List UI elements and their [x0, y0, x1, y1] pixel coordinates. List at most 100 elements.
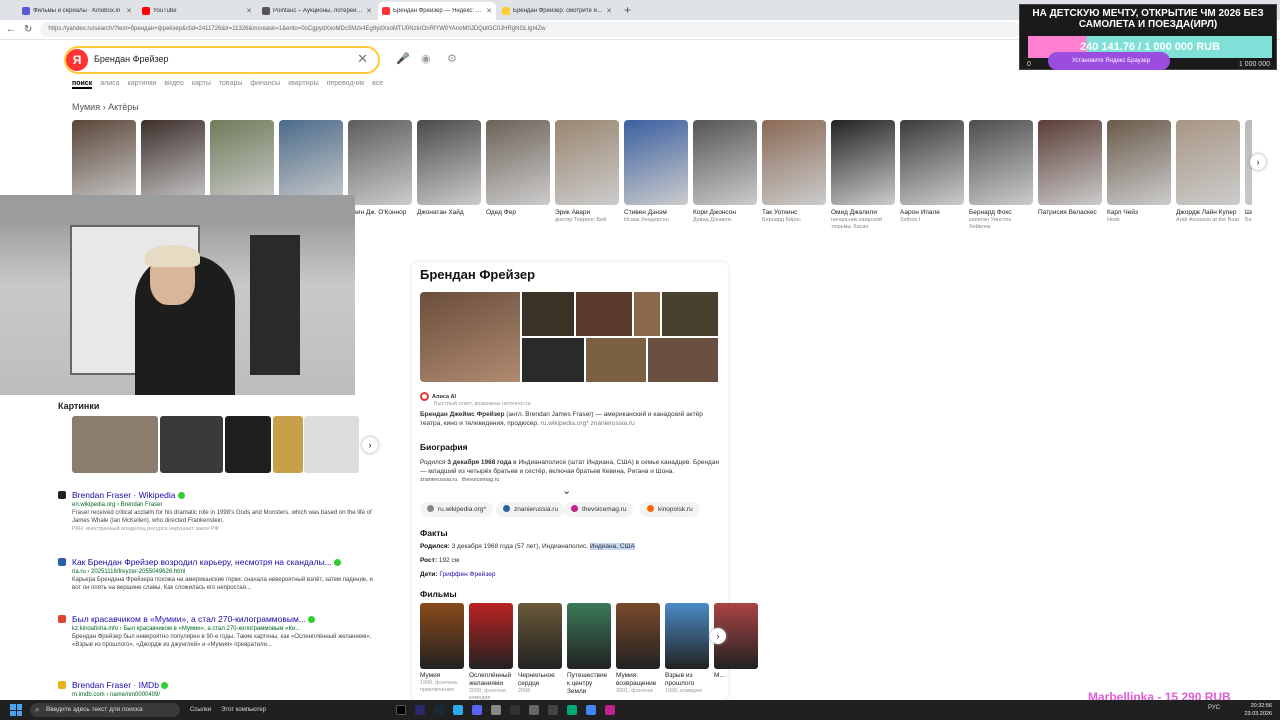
search-vertical-tab[interactable]: картинки: [128, 80, 157, 89]
result-url[interactable]: en.wikipedia.org › Brendan Fraser: [72, 501, 378, 509]
search-vertical-tab[interactable]: поиск: [72, 80, 93, 89]
film-card[interactable]: Взрыв из прошлого 1999, комедия: [665, 603, 709, 695]
language-indicator[interactable]: РУС: [1208, 705, 1220, 711]
entity-photo-tile[interactable]: [586, 338, 646, 382]
film-card[interactable]: Ослеплённый желаниями 2000, фэнтези, коме…: [469, 603, 513, 702]
image-thumbnail[interactable]: [72, 416, 158, 473]
actor-photo[interactable]: [348, 120, 412, 205]
film-poster[interactable]: [518, 603, 562, 669]
search-vertical-tab[interactable]: видео: [164, 80, 184, 89]
search-vertical-tab[interactable]: переводчик: [327, 80, 365, 89]
film-poster[interactable]: [616, 603, 660, 669]
settings-icon[interactable]: ⚙: [447, 52, 457, 65]
bio-source-link[interactable]: thevoicemag.ru: [462, 477, 500, 483]
actor-photo[interactable]: [555, 120, 619, 205]
actor-card[interactable]: Так Уоткинс Бернард Бёрнс: [762, 120, 826, 224]
app-icon[interactable]: [548, 705, 558, 715]
result-url[interactable]: ria.ru › 20251116/freyzer-2055049626.htm…: [72, 568, 378, 576]
film-card[interactable]: Путешествие к центру Земли: [567, 603, 611, 696]
images-next-icon[interactable]: ›: [362, 437, 378, 453]
desc-source-link[interactable]: ru.wikipedia.org*: [541, 420, 589, 427]
result-title-link[interactable]: Как Брендан Фрейзер возродил карьеру, не…: [72, 557, 378, 568]
telegram-icon[interactable]: [453, 705, 463, 715]
address-bar[interactable]: https://yandex.ru/search/?text=брендан+ф…: [40, 22, 1021, 37]
camera-icon[interactable]: ◉: [421, 52, 431, 65]
actor-photo[interactable]: [900, 120, 964, 205]
search-vertical-tab[interactable]: все: [372, 80, 383, 89]
actor-photo[interactable]: [72, 120, 136, 205]
steam-icon[interactable]: [434, 705, 444, 715]
result-url[interactable]: kz.kinoafisha.info › Был красавчиком в «…: [72, 625, 378, 633]
discord-icon[interactable]: [472, 705, 482, 715]
actor-card[interactable]: Шон Кур...Бензо...: [1245, 120, 1252, 224]
taskbar-links[interactable]: Ссылки: [190, 707, 211, 713]
film-poster[interactable]: [665, 603, 709, 669]
taskbar-thispc[interactable]: Этот компьютер: [221, 707, 266, 713]
image-thumbnail[interactable]: [225, 416, 271, 473]
actor-card[interactable]: Кори Джонсон Дэвид Дэниелс: [693, 120, 757, 224]
entity-photo-tile[interactable]: [648, 338, 718, 382]
source-chip[interactable]: thevoicemag.ru: [564, 502, 634, 517]
actor-photo[interactable]: [762, 120, 826, 205]
fact-kids-link[interactable]: Гриффен Фрейзер: [439, 571, 495, 578]
yandex-logo[interactable]: Я: [66, 49, 88, 71]
search-vertical-tab[interactable]: карты: [192, 80, 211, 89]
entity-photo-tile[interactable]: [522, 292, 574, 336]
close-tab-icon[interactable]: ✕: [606, 7, 612, 15]
settings-app-icon[interactable]: [491, 705, 501, 715]
microphone-icon[interactable]: 🎤: [396, 52, 410, 65]
actor-card[interactable]: Карл Чейз Hook: [1107, 120, 1171, 224]
film-poster[interactable]: [420, 603, 464, 669]
edge-icon[interactable]: [567, 705, 577, 715]
actor-card[interactable]: Омид Джалили начальник каирской тюрьмы Ха…: [831, 120, 895, 231]
bio-source-link[interactable]: znanierussia.ru: [420, 477, 457, 483]
actor-card[interactable]: Стивен Дэнэм Исаак Хендерсон: [624, 120, 688, 224]
obs-icon[interactable]: [605, 705, 615, 715]
search-vertical-tab[interactable]: алиса: [100, 80, 119, 89]
actor-photo[interactable]: [624, 120, 688, 205]
expand-chevron-icon[interactable]: ⌄: [562, 484, 571, 497]
back-icon[interactable]: ←: [6, 24, 16, 35]
actor-card[interactable]: Аарон Ипале Sethos I: [900, 120, 964, 224]
actor-photo[interactable]: [1038, 120, 1102, 205]
film-poster[interactable]: [469, 603, 513, 669]
search-input[interactable]: Брендан Фрейзер: [94, 54, 169, 64]
entity-photo-tile[interactable]: [634, 292, 660, 336]
taskbar-search-input[interactable]: Введите здесь текст для поиска: [30, 703, 180, 717]
browser-tab[interactable]: Брендан Фрейзер — Яндекс: нашлось ...✕: [378, 2, 496, 20]
breadcrumb[interactable]: Мумия › Актёры: [72, 102, 139, 112]
actor-photo[interactable]: [417, 120, 481, 205]
app-icon[interactable]: [510, 705, 520, 715]
result-url[interactable]: m.imdb.com › name/nm0000409/: [72, 691, 378, 699]
browser-tab[interactable]: Фильмы и сериалы · Kinobox.in ✕: [18, 2, 136, 20]
actor-card[interactable]: Джонатан Хайд: [417, 120, 481, 217]
source-chip[interactable]: kinopoisk.ru: [640, 502, 700, 517]
result-title-link[interactable]: Brendan Fraser · Wikipedia: [72, 490, 378, 501]
films-next-icon[interactable]: ›: [710, 628, 726, 644]
actor-card[interactable]: Патрисия Веласкес: [1038, 120, 1102, 217]
browser-tab[interactable]: Брендан Фрейзер: смотрите и ск... ✕: [498, 2, 616, 20]
actor-photo[interactable]: [969, 120, 1033, 205]
actor-photo[interactable]: [831, 120, 895, 205]
windows-start-icon[interactable]: [10, 704, 22, 716]
result-title-link[interactable]: Brendan Fraser · IMDb: [72, 680, 378, 691]
entity-main-photo[interactable]: [420, 292, 520, 382]
actor-card[interactable]: Одед Фер: [486, 120, 550, 217]
image-thumbnail[interactable]: [273, 416, 303, 473]
search-vertical-tab[interactable]: квартиры: [288, 80, 318, 89]
actor-card[interactable]: Бернард Фокс капитан Уинстон Хейвлок: [969, 120, 1033, 231]
film-card[interactable]: Мумия 1999, фэнтези, приключения: [420, 603, 464, 694]
chrome-icon[interactable]: [586, 705, 596, 715]
clear-icon[interactable]: ✕: [357, 51, 368, 67]
actor-card[interactable]: ...вин Дж. О'Коннор: [348, 120, 412, 217]
source-chip[interactable]: ru.wikipedia.org*: [420, 502, 494, 517]
new-tab-button[interactable]: +: [618, 2, 637, 20]
actor-photo[interactable]: [279, 120, 343, 205]
actor-photo[interactable]: [1107, 120, 1171, 205]
film-card[interactable]: Чернильное сердце 2008: [518, 603, 562, 695]
source-chip[interactable]: znanierussia.ru: [496, 502, 566, 517]
image-thumbnail[interactable]: [160, 416, 223, 473]
actor-photo[interactable]: [486, 120, 550, 205]
actor-photo[interactable]: [141, 120, 205, 205]
entity-photo-tile[interactable]: [662, 292, 718, 336]
